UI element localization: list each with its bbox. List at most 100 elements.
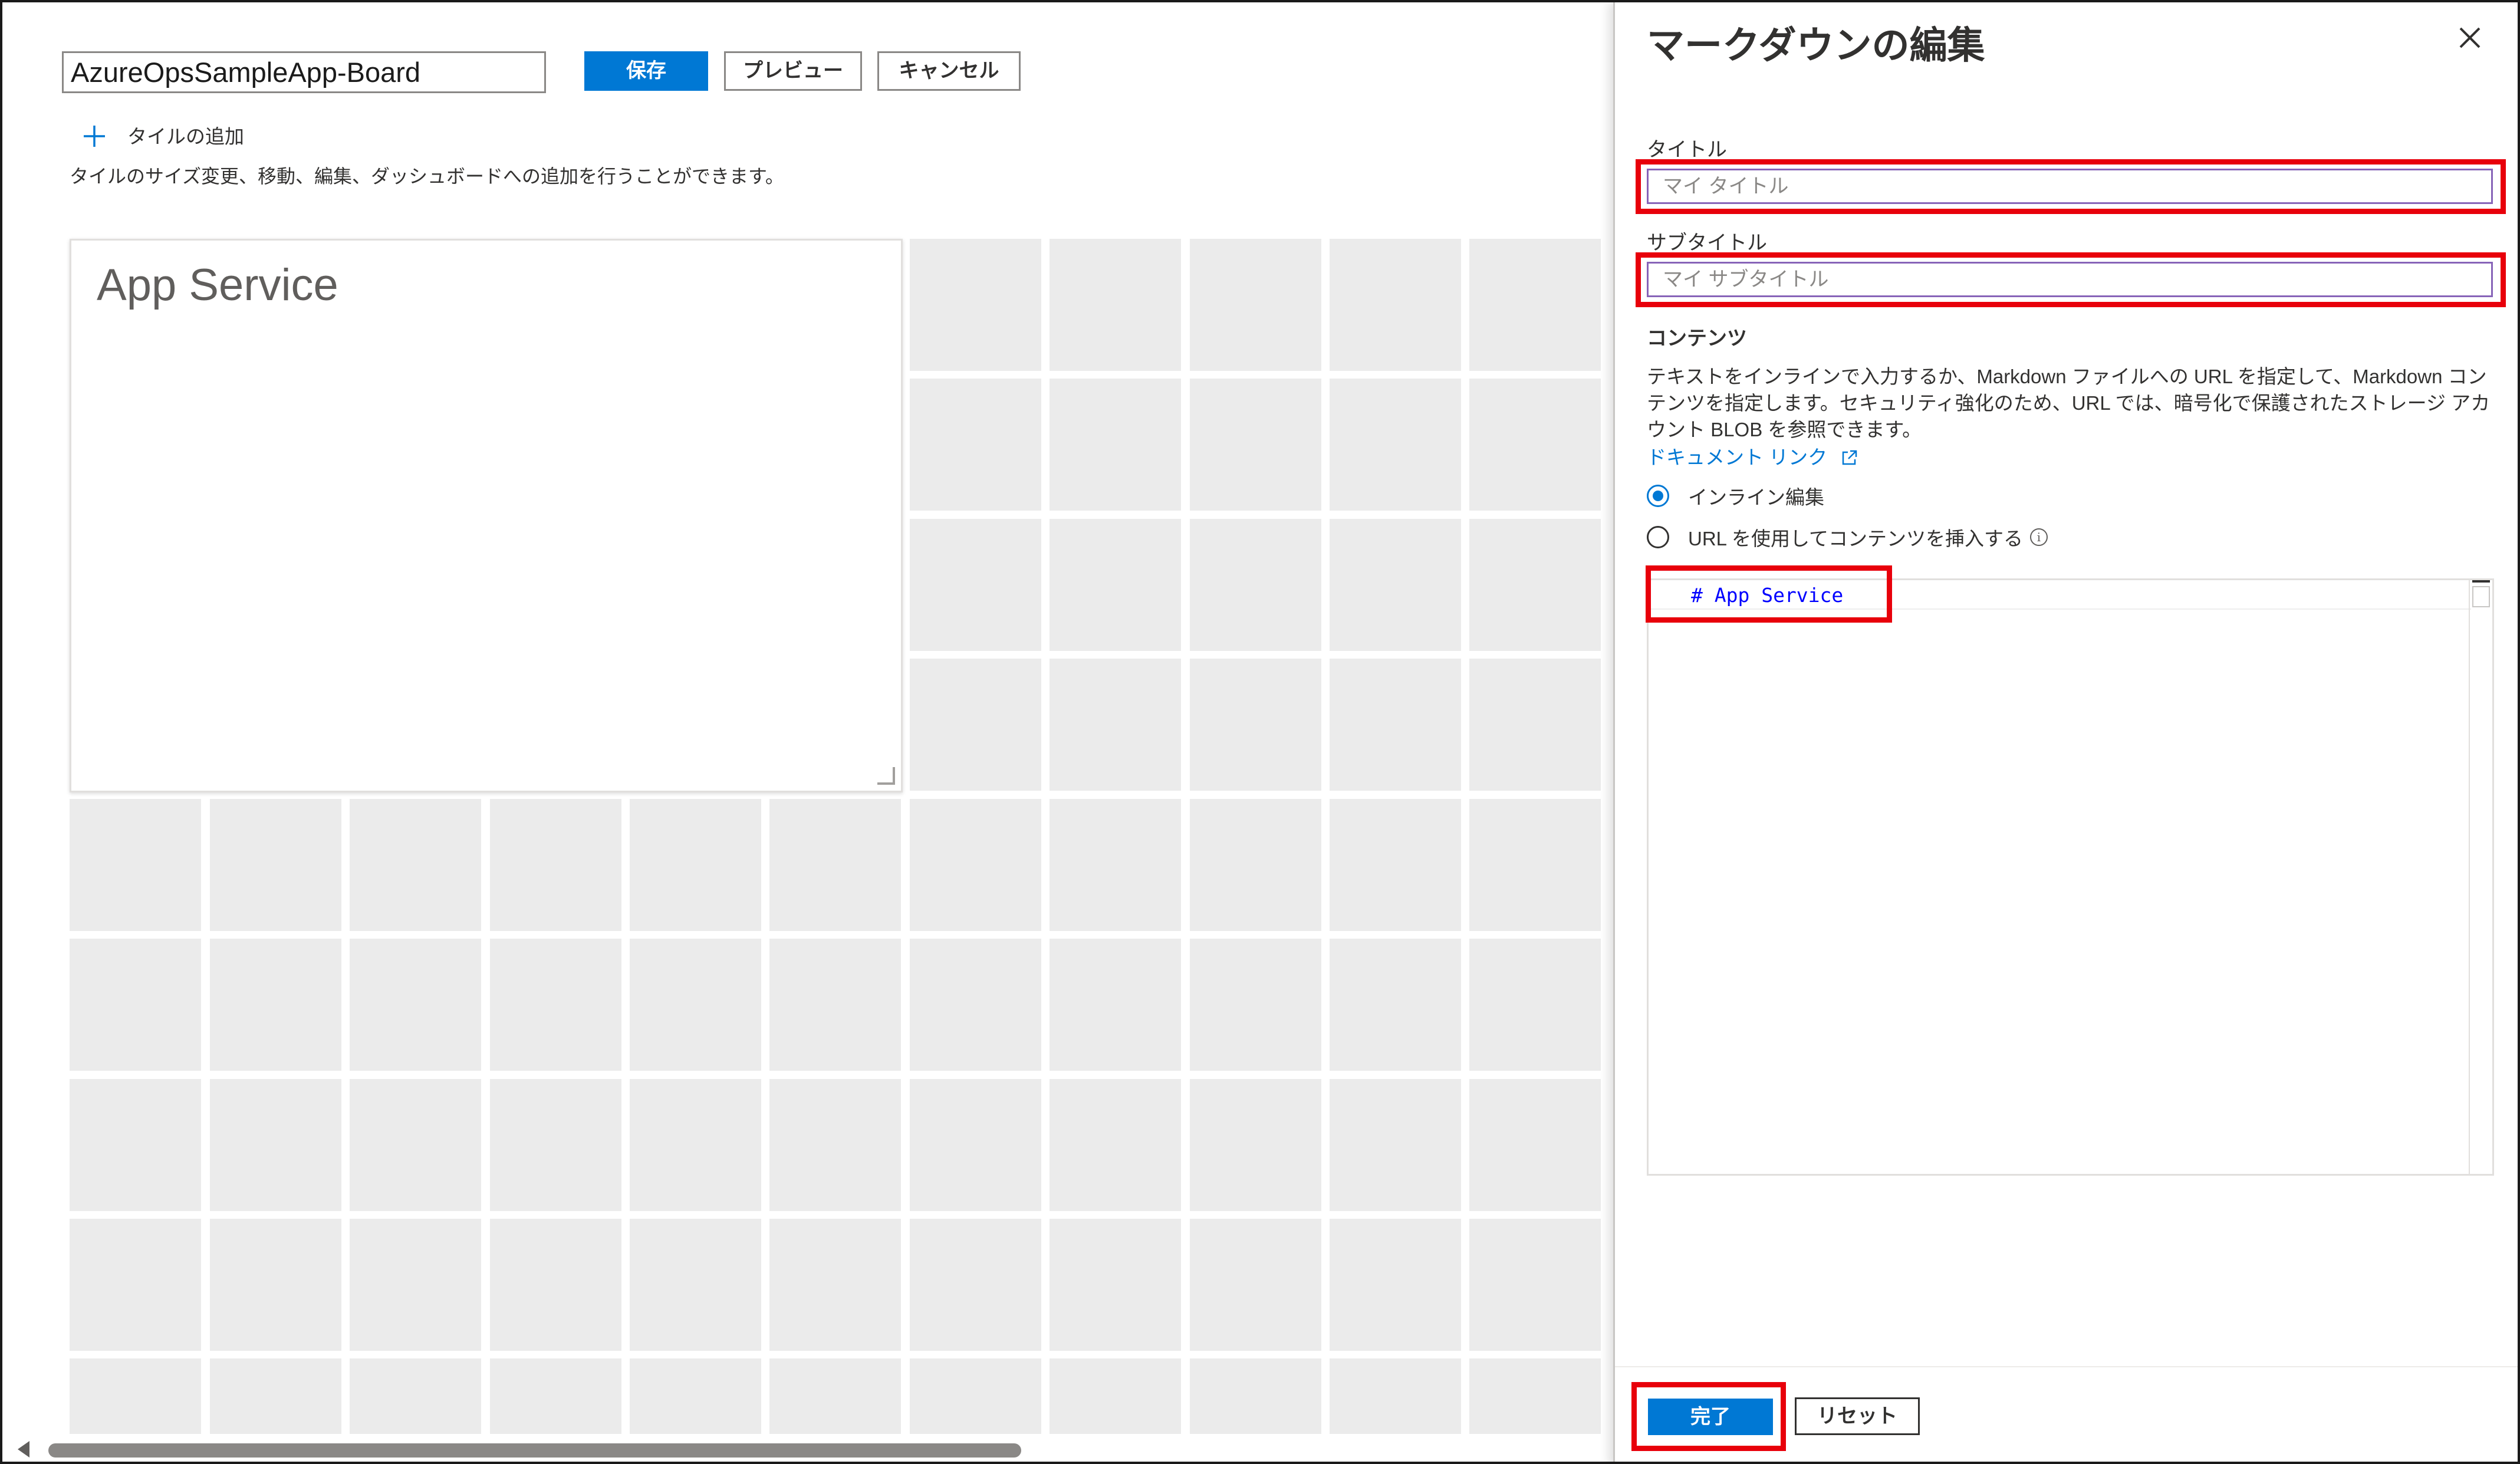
plus-icon [83,117,112,153]
grid-cell [1190,519,1321,651]
grid-cell [910,519,1041,651]
grid-cell [769,1358,901,1434]
grid-cell [910,659,1041,791]
content-section-label: コンテンツ [1647,327,1747,350]
grid-cell [1190,239,1321,371]
editor-scrollbar-thumb[interactable] [2472,586,2490,607]
grid-cell [1190,1079,1321,1211]
documentation-link[interactable]: ドキュメント リンク [1647,442,1858,470]
radio-inline-edit-label: インライン編集 [1688,486,1824,508]
documentation-link-label: ドキュメント リンク [1647,446,1828,468]
radio-use-url-label: URL を使用してコンテンツを挿入する [1688,528,2023,550]
grid-cell [769,799,901,931]
grid-cell [1190,1358,1321,1434]
external-link-icon [1841,449,1858,466]
panel-title: マークダウンの編集 [1647,24,1985,67]
grid-cell [630,1219,761,1351]
grid-cell [1469,239,1601,371]
grid-cell [70,1358,201,1434]
radio-inline-edit-control[interactable] [1647,485,1669,507]
grid-cell [490,1358,621,1434]
resize-grip-icon[interactable] [877,767,895,785]
grid-cell [1330,1219,1461,1351]
grid-cell [1330,799,1461,931]
grid-cell [910,799,1041,931]
info-icon[interactable]: i [2029,528,2048,546]
grid-cell [910,939,1041,1071]
grid-cell [1330,1358,1461,1434]
editor-scrollbar[interactable] [2469,580,2492,1174]
grid-cell [1190,1219,1321,1351]
grid-cell [630,799,761,931]
grid-cell [910,1079,1041,1211]
grid-cell [1469,1219,1601,1351]
subtitle-input[interactable]: マイ サブタイトル [1647,262,2493,297]
grid-cell [210,939,341,1071]
scrollbar-thumb[interactable] [48,1443,1021,1458]
grid-cell [70,939,201,1071]
radio-use-url[interactable]: URL を使用してコンテンツを挿入する i [1647,522,2048,552]
radio-inline-edit[interactable]: インライン編集 [1647,481,1824,511]
grid-cell [490,939,621,1071]
markdown-tile[interactable]: App Service [70,239,903,792]
grid-cell [1469,799,1601,931]
grid-cell [70,799,201,931]
horizontal-scrollbar[interactable] [2,1435,1618,1462]
grid-cell [1050,1358,1181,1434]
close-icon[interactable] [2452,20,2488,55]
edit-markdown-panel: マークダウンの編集 タイトル マイ タイトル サブタイトル マイ サブタイトル … [1613,2,2518,1462]
title-input[interactable]: マイ タイトル [1647,169,2493,204]
done-button[interactable]: 完了 [1648,1399,1773,1435]
grid-cell [350,1079,481,1211]
grid-cell [910,1219,1041,1351]
grid-cell [210,1079,341,1211]
footer-divider [1615,1366,2518,1367]
grid-cell [769,1219,901,1351]
grid-cell [1050,1219,1181,1351]
grid-cell [1050,519,1181,651]
grid-cell [1469,939,1601,1071]
editor-code-line[interactable]: # App Service [1691,584,1843,607]
grid-cell [70,1219,201,1351]
scroll-left-arrow-icon[interactable] [18,1441,29,1458]
grid-cell [1190,379,1321,511]
grid-cell [630,939,761,1071]
screen-frame: AzureOpsSampleApp-Board 保存 プレビュー キャンセル タ… [0,0,2520,1464]
grid-cell [1050,239,1181,371]
add-tile-label: タイルの追加 [127,126,244,147]
grid-cell [1190,939,1321,1071]
grid-cell [1469,1079,1601,1211]
save-button[interactable]: 保存 [584,51,708,91]
grid-cell [1190,659,1321,791]
grid-cell [210,1219,341,1351]
edit-hint-text: タイルのサイズ変更、移動、編集、ダッシュボードへの追加を行うことができます。 [70,166,784,187]
grid-cell [1469,379,1601,511]
grid-cell [210,799,341,931]
grid-cell [630,1079,761,1211]
markdown-editor[interactable]: # App Service [1647,578,2494,1176]
grid-cell [910,1358,1041,1434]
grid-cell [1190,799,1321,931]
tile-title: App Service [97,260,338,310]
grid-cell [490,1079,621,1211]
grid-cell [1330,659,1461,791]
grid-cell [1050,379,1181,511]
grid-cell [1330,239,1461,371]
grid-cell [1330,519,1461,651]
cancel-button[interactable]: キャンセル [877,51,1021,91]
grid-cell [630,1358,761,1434]
preview-button[interactable]: プレビュー [724,51,862,91]
subtitle-field-label: サブタイトル [1647,232,1767,254]
grid-cell [1330,1079,1461,1211]
radio-use-url-control[interactable] [1647,526,1669,548]
dashboard-name-input[interactable]: AzureOpsSampleApp-Board [62,51,546,93]
content-description: テキストをインラインで入力するか、Markdown ファイルへの URL を指定… [1647,366,2491,440]
grid-cell [1050,939,1181,1071]
grid-cell [70,1079,201,1211]
grid-cell [1469,519,1601,651]
add-tile-button[interactable]: タイルの追加 [83,117,244,153]
grid-cell [910,379,1041,511]
grid-cell [1050,1079,1181,1211]
grid-cell [350,1358,481,1434]
reset-button[interactable]: リセット [1795,1397,1920,1435]
